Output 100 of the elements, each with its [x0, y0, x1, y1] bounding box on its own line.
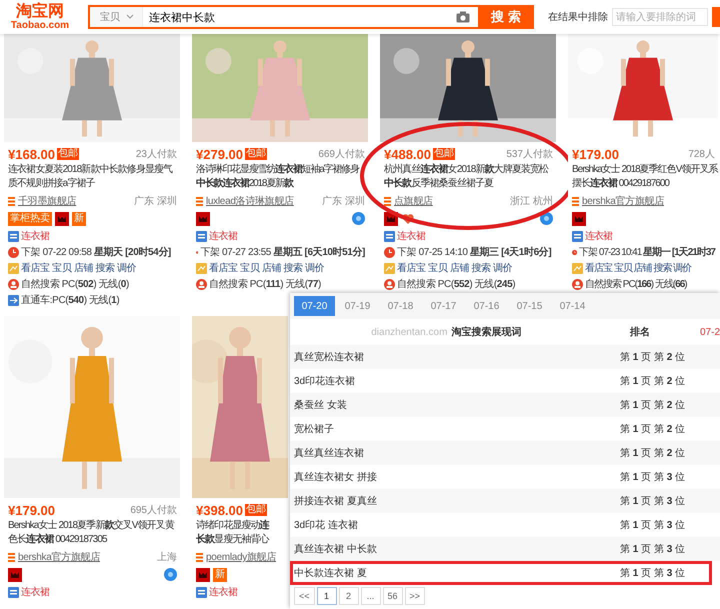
shop-icon	[384, 196, 391, 206]
panel-title: 淘宝搜索展现词	[451, 327, 522, 338]
shipping-badge: 包邮	[245, 504, 267, 516]
caret-icon	[126, 14, 134, 20]
keyword-cell-text: 3d印花 连衣裙	[294, 518, 359, 532]
tool-links[interactable]: 看店宝 宝贝 店铺 搜索 调价	[21, 261, 136, 275]
info-text: 直通车:PC(540) 无线(1)	[21, 294, 120, 307]
page-button[interactable]: ...	[360, 587, 381, 605]
keyword-cell-text: 真丝宽松连衣裙	[294, 350, 365, 364]
keyword-cell-text: 真丝连衣裙女 拼接	[294, 470, 378, 484]
search-field[interactable]: 宝贝 连衣裙中长款 搜 索	[88, 5, 534, 29]
shop-link[interactable]: bershka官方旗舰店	[582, 194, 664, 208]
source-text: dianzhentan.com	[371, 327, 448, 338]
sales-count: 728人	[688, 148, 715, 161]
category-link[interactable]: 连衣裙	[209, 229, 238, 243]
info-text: 下架 07-22 09:58 星期天 [20时54分]	[21, 246, 171, 259]
product-title[interactable]: 洛诗琳印花显瘦雪纺连衣裙短袖a字裙修身 中长款连衣裙2018夏新款	[196, 163, 359, 191]
keyword-cell-text: 3d印花连衣裙	[294, 374, 356, 388]
list-icon	[8, 230, 19, 242]
rank-cell-text: 第 1 页 第 3 位	[620, 543, 684, 556]
page-button[interactable]: 1	[316, 587, 337, 605]
page-button[interactable]: >>	[404, 587, 426, 605]
info-text: 自然搜索 PC(502) 无线(0)	[21, 278, 129, 291]
camera-icon	[456, 11, 470, 23]
product-title[interactable]: 杭州真丝连衣裙女2018新款大牌夏装宽松 中长款反季裙桑蚕丝裙子夏	[384, 163, 548, 191]
search-button[interactable]: 搜 索	[478, 5, 534, 29]
date-tab[interactable]: 07-20	[294, 296, 335, 316]
date-tab[interactable]: 07-19	[337, 296, 378, 316]
info-text: 下架 07-23 10:41 星期一 [1天21时37	[579, 246, 715, 259]
category-link[interactable]: 连衣裙	[21, 585, 50, 599]
info-text: 自然搜索 PC(111) 无线(77)	[209, 278, 321, 291]
exclude-field[interactable]: 请输入要排除的词	[612, 8, 708, 26]
badge: 新	[72, 212, 86, 226]
shop-icon	[8, 552, 15, 562]
tool-links[interactable]: 看店宝 宝贝 店铺 搜索 调价	[397, 261, 512, 275]
info-text: 自然搜索 PC(166) 无线(66)	[585, 278, 687, 291]
location: 浙江 杭州	[510, 194, 553, 208]
info-text: 下架 07-25 14:10 星期三 [4天1时6分]	[397, 246, 552, 259]
date-tab[interactable]: 07-16	[466, 296, 507, 316]
rank-cell-text: 第 1 页 第 2 位	[620, 351, 684, 364]
shop-link[interactable]: 千羽墨旗舰店	[18, 194, 76, 208]
shop-link[interactable]: bershka官方旗舰店	[18, 550, 100, 564]
keyword-cell-text: 真丝连衣裙 中长款	[294, 542, 378, 556]
category-link[interactable]: 连衣裙	[397, 229, 426, 243]
category-dropdown[interactable]: 宝贝	[90, 7, 143, 27]
rank-cell-text: 第 1 页 第 2 位	[620, 447, 684, 460]
badge: 掌柜热卖	[8, 212, 52, 226]
person-icon	[8, 278, 19, 290]
rank-cell-text: 第 1 页 第 3 位	[620, 471, 684, 484]
rank-cell-text: 第 1 页 第 2 位	[620, 375, 684, 388]
person-icon	[572, 278, 583, 290]
product-title[interactable]: Bershka女士 2018夏季红色V领开叉系 摆长连衣裙 00429187600	[572, 163, 718, 191]
date-tab[interactable]: 07-14	[552, 296, 593, 316]
sales-count: 23人付款	[136, 148, 177, 161]
product-title[interactable]: Bershka女士 2018夏季新款交叉V领开叉黄 色长连衣裙 00429187305	[8, 519, 174, 547]
price: ¥168.00	[8, 146, 55, 162]
shop-icon	[8, 196, 15, 206]
rank-cell-text: 第 1 页 第 2 位	[620, 423, 684, 436]
page-button[interactable]: 2	[338, 587, 359, 605]
person-icon	[384, 278, 395, 290]
sales-count: 695人付款	[130, 504, 177, 517]
shop-icon	[196, 196, 203, 206]
page-button[interactable]: <<	[294, 587, 315, 605]
shipping-badge: 包邮	[57, 148, 79, 160]
page-button[interactable]: 56	[382, 587, 403, 605]
price: ¥179.00	[8, 502, 55, 518]
list-icon	[572, 230, 583, 242]
date-tab[interactable]: 07-18	[380, 296, 421, 316]
shop-link[interactable]: poemlady旗舰店	[206, 550, 276, 564]
rank-cell-text: 第 1 页 第 2 位	[620, 399, 684, 412]
rank-cell-text: 第 1 页 第 3 位	[620, 519, 684, 532]
shop-icon	[572, 196, 579, 206]
category-link[interactable]: 连衣裙	[585, 229, 612, 243]
logo-subtitle: Taobao.com	[10, 20, 70, 31]
keyword-cell-text: 真丝真丝连衣裙	[294, 446, 365, 460]
tool-links[interactable]: 看店宝 宝贝 店铺 搜索 调价	[209, 261, 324, 275]
shop-link[interactable]: 点旗舰店	[394, 194, 433, 208]
logo[interactable]: 淘宝网	[16, 3, 64, 20]
shop-link[interactable]: luxlead洛诗琳旗舰店	[206, 194, 294, 208]
date-tab[interactable]: 07-15	[509, 296, 550, 316]
info-text: 自然搜索 PC(552) 无线(245)	[397, 278, 516, 291]
product-title[interactable]: 连衣裙女夏装2018新款中长款修身显瘦气 质不规则拼接a字裙子	[8, 163, 172, 191]
tool-links[interactable]: 看店宝 宝贝 店铺 搜索 调价	[585, 261, 692, 275]
sales-count: 537人付款	[506, 148, 553, 161]
rank-cell-text: 第 1 页 第 3 位	[620, 567, 684, 580]
exclude-label: 在结果中排除	[548, 10, 608, 24]
info-text: 下架 07-27 23:55 星期五 [6天10时51分]	[200, 246, 365, 259]
category-link[interactable]: 连衣裙	[21, 229, 50, 243]
chart-icon	[572, 262, 583, 274]
person-icon	[196, 278, 207, 290]
list-icon	[8, 586, 19, 598]
location: 广东 深圳	[322, 194, 365, 208]
list-icon	[196, 230, 207, 242]
keyword-cell-text: 宽松裙子	[294, 422, 335, 436]
exclude-button[interactable]	[712, 7, 720, 27]
keyword-cell-text: 拼接连衣裙 夏真丝	[294, 494, 378, 508]
price: ¥488.00	[384, 146, 431, 162]
category-link[interactable]: 连衣裙	[209, 585, 238, 599]
date-tab[interactable]: 07-17	[423, 296, 464, 316]
product-title[interactable]: 诗绪印花显瘦动连 长款显瘦无袖背心	[196, 519, 269, 547]
